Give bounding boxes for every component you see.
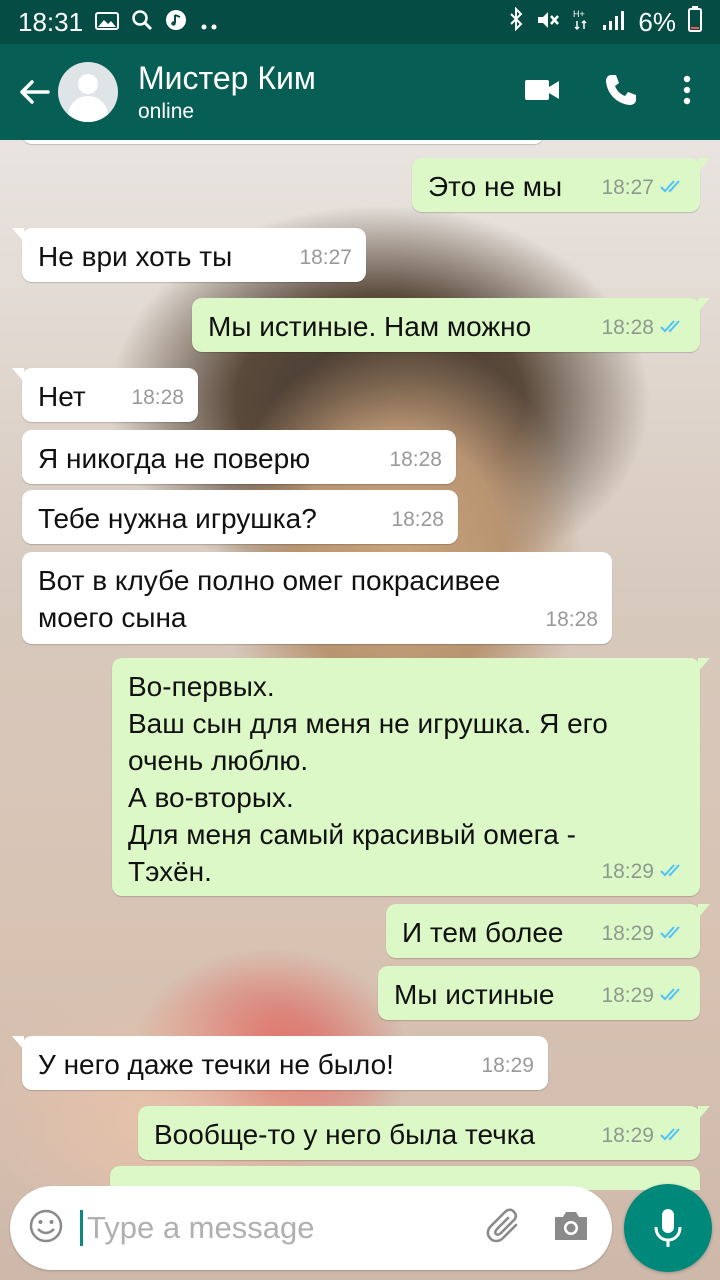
message-composer [10,1186,612,1270]
message-bubble-incoming[interactable]: У него даже течки не было! 18:29 [12,1036,548,1090]
mute-icon [536,7,560,38]
read-receipt-icon [660,915,686,952]
message-time: 18:28 [601,316,654,339]
message-bubble-incoming[interactable]: Тебе нужна игрушка? 18:28 [22,490,458,544]
hplus-network-icon: H+ [572,7,590,38]
signal-icon [602,7,626,38]
chat-header: Мистер Ким online [0,44,720,140]
more-notifications-icon [199,7,221,38]
battery-icon [688,5,702,39]
read-receipt-icon [660,1117,686,1154]
emoji-icon [29,1209,63,1242]
more-options-button[interactable] [682,75,692,110]
message-bubble-outgoing[interactable]: Мы истиные 18:29 [378,966,700,1020]
video-camera-icon [525,79,559,100]
message-bubble-outgoing[interactable]: Мы истиные. Нам можно 18:28 [192,298,710,352]
contact-avatar[interactable] [58,62,118,122]
message-input[interactable] [80,1210,486,1246]
search-notification-icon [131,7,153,38]
message-time: 18:28 [389,448,442,471]
message-bubble-incoming[interactable]: Нет 18:28 [12,368,198,422]
more-vertical-icon [683,75,691,104]
read-receipt-icon [660,977,686,1014]
message-text: Вот в клубе полно омег покрасивее моего … [38,565,501,633]
message-text: Мы истиные. Нам можно [208,311,532,342]
message-bubble-outgoing[interactable]: Во-первых. Ваш сын для меня не игрушка. … [112,658,710,896]
message-bubble-incoming[interactable]: Не ври хоть ты 18:27 [12,228,366,282]
contact-name: Мистер Ким [138,60,316,96]
status-time: 18:31 [18,6,84,37]
message-time: 18:29 [481,1054,534,1077]
voice-call-button[interactable] [604,73,638,112]
status-bar: 18:31 H+ 6% [0,0,720,44]
camera-icon [555,1211,587,1240]
message-bubble-incoming[interactable]: Я никогда не поверю 18:28 [22,430,456,484]
message-time: 18:27 [299,246,352,269]
read-receipt-icon [660,309,686,346]
message-time: 18:28 [131,386,184,409]
voice-message-button[interactable] [624,1184,712,1272]
attach-button[interactable] [486,1207,522,1250]
message-text: Вообще-то у него была течка [154,1119,536,1150]
message-bubble-outgoing[interactable]: Вообще-то у него была течка 18:29 [138,1106,710,1160]
message-bubble-outgoing[interactable]: И тем более 18:29 [386,904,710,958]
message-time: 18:29 [601,922,654,945]
message-bubble-partial[interactable] [22,140,544,144]
read-receipt-icon [660,853,686,890]
message-time: 18:29 [601,984,654,1007]
message-text: Это не мы [428,171,563,202]
emoji-button[interactable] [28,1208,64,1249]
message-time: 18:27 [601,176,654,199]
camera-button[interactable] [552,1209,590,1248]
message-bubble-incoming[interactable]: Вот в клубе полно омег покрасивее моего … [22,552,612,644]
message-time: 18:29 [601,1124,654,1147]
contact-status: online [138,100,195,123]
video-call-button[interactable] [524,78,560,107]
music-notification-icon [165,7,187,38]
message-text: Не ври хоть ты [38,241,233,272]
message-bubble-outgoing[interactable]: Это не мы 18:27 [412,158,710,212]
message-text: Тебе нужна игрушка? [38,503,317,534]
message-time: 18:28 [545,608,598,631]
message-text: Мы истиные [394,979,555,1010]
contact-info[interactable]: Мистер Ким online [138,59,524,125]
message-time: 18:29 [601,860,654,883]
back-arrow-icon [20,80,50,104]
svg-text:H+: H+ [573,9,585,19]
message-text: Во-первых. Ваш сын для меня не игрушка. … [128,671,608,887]
microphone-icon [654,1209,682,1247]
gallery-notification-icon [95,7,120,38]
read-receipt-icon [660,169,686,206]
message-text: У него даже течки не было! [38,1049,394,1080]
message-text: Я никогда не поверю [38,443,311,474]
bluetooth-icon [508,6,524,38]
message-time: 18:28 [391,508,444,531]
back-button[interactable] [10,68,58,116]
message-list[interactable]: Это не мы 18:27 Не ври хоть ты 18:27 Мы … [0,140,720,1190]
message-text: Нет [38,381,86,412]
message-text: И тем более [402,917,564,948]
paperclip-icon [486,1207,518,1242]
phone-icon [606,74,636,105]
battery-percent: 6% [638,6,676,37]
